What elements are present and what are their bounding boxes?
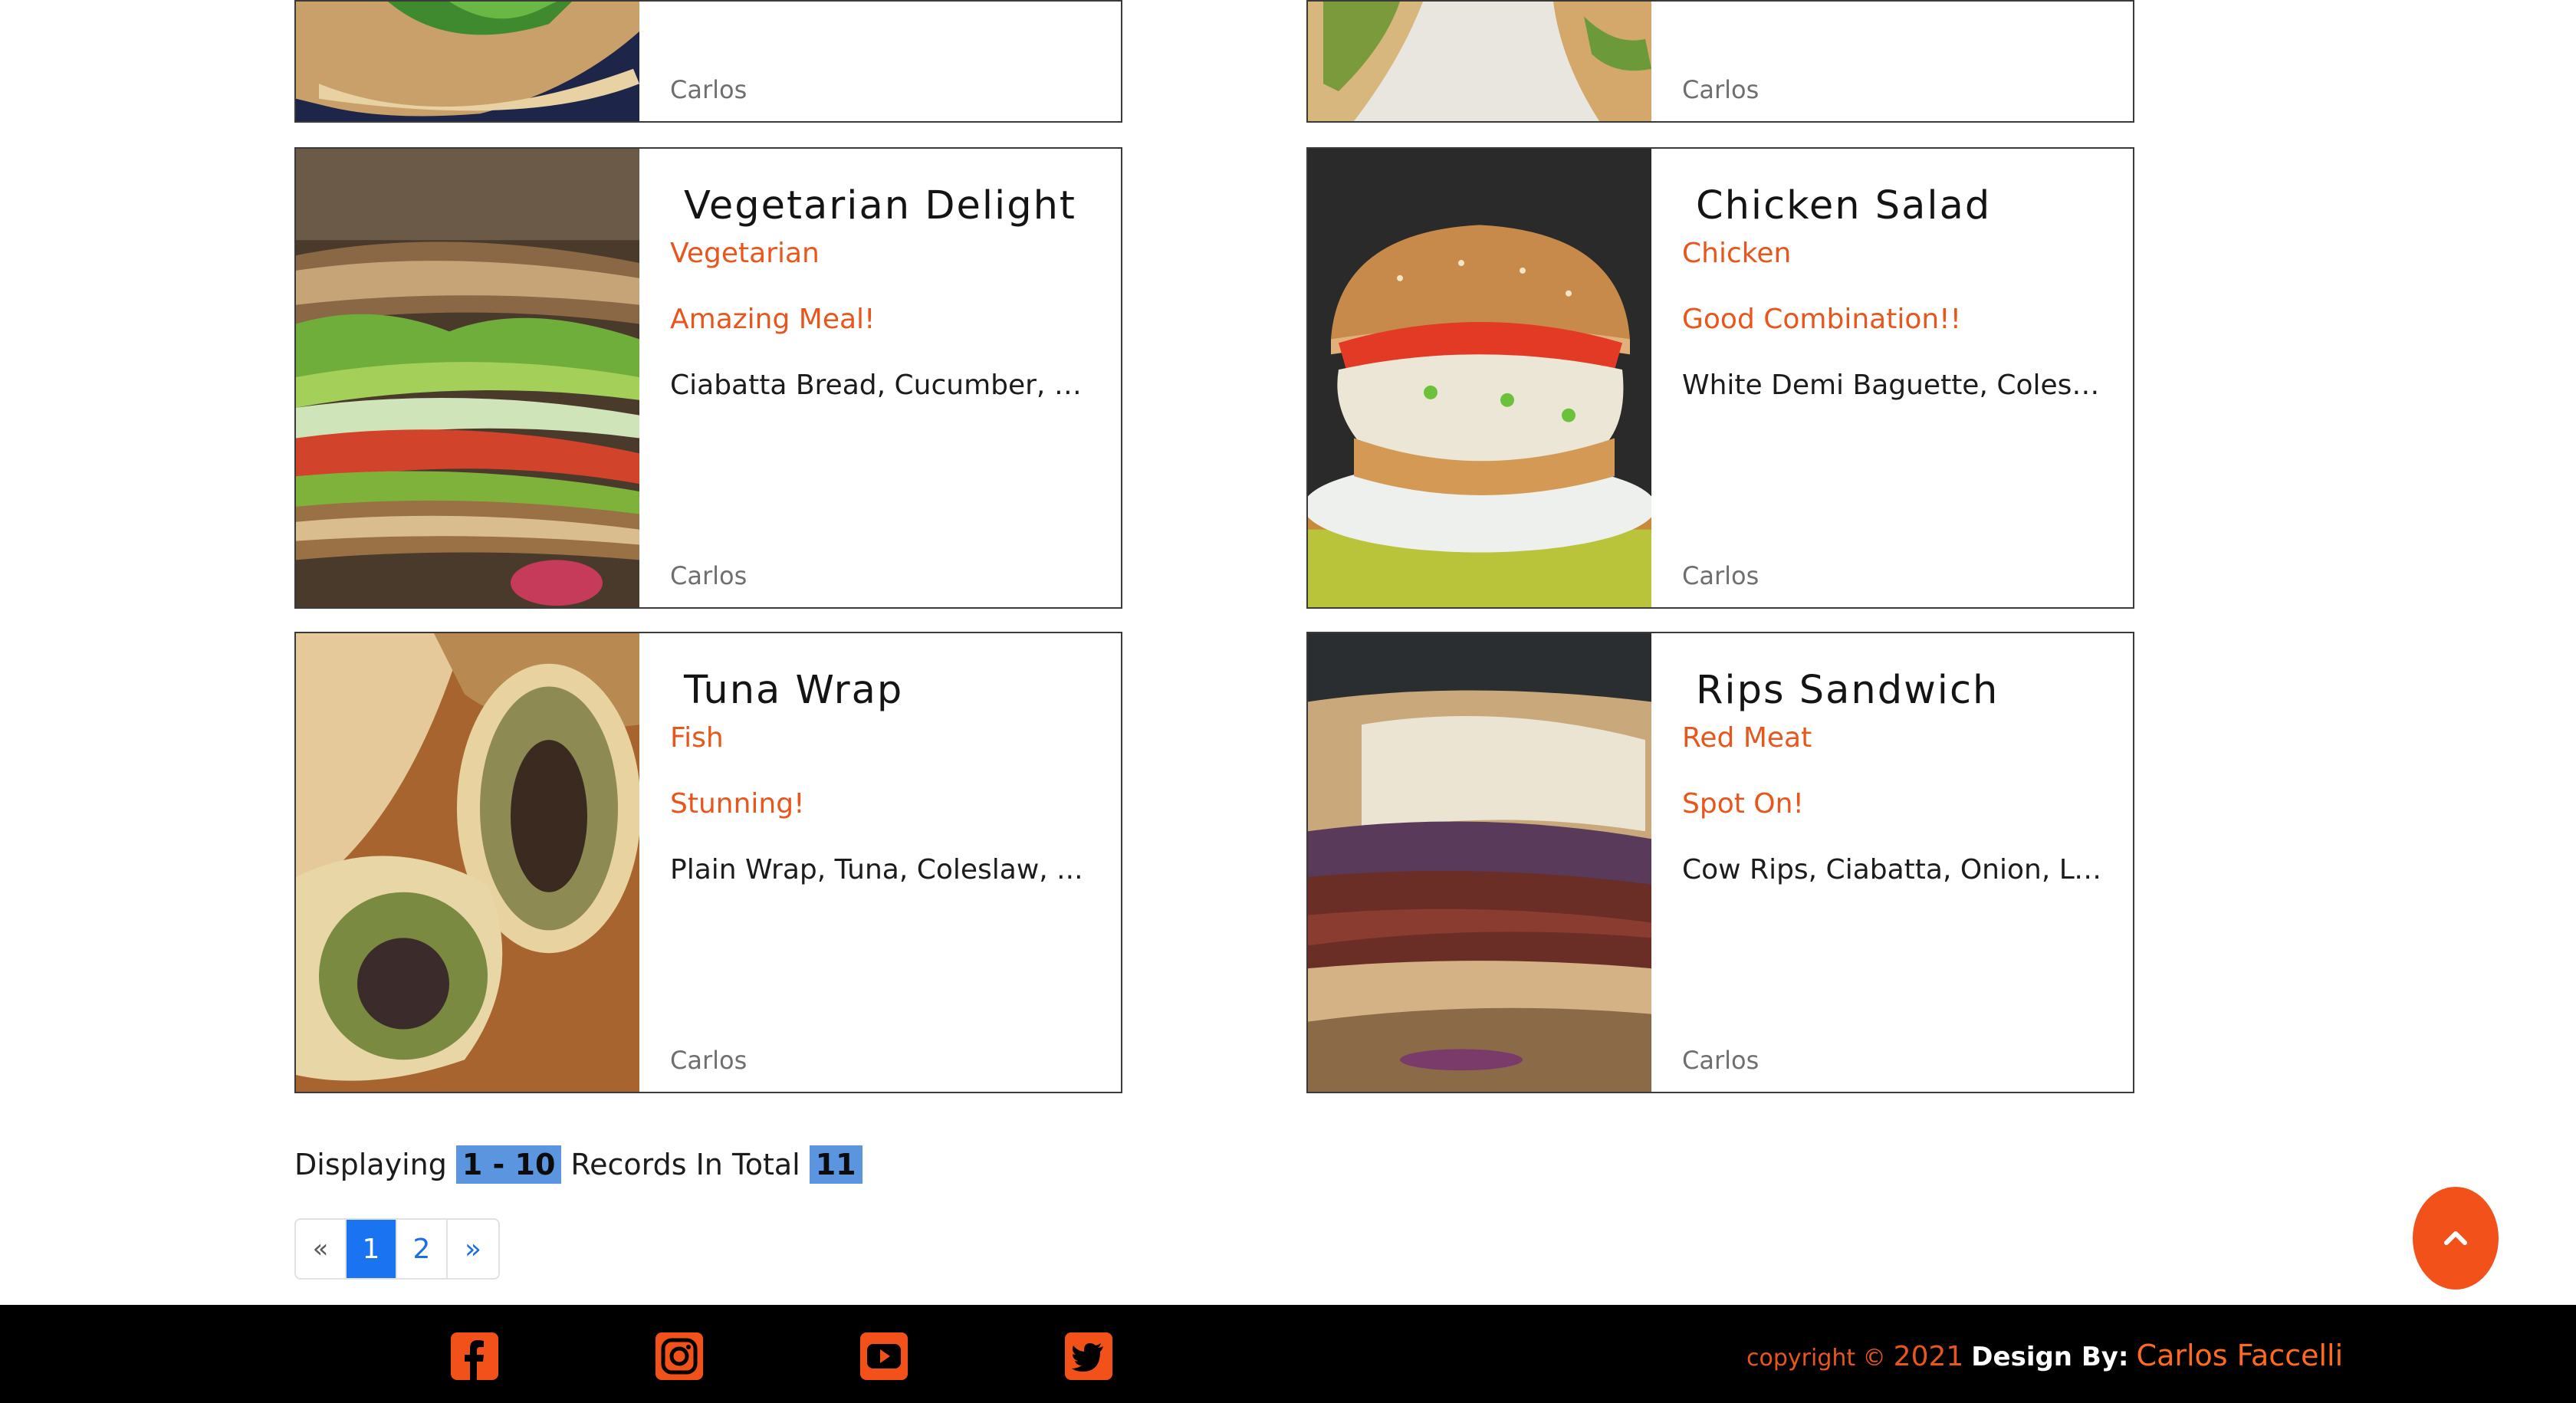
recipe-card[interactable]: Carlos xyxy=(294,0,1122,123)
recipe-image xyxy=(1308,149,1651,607)
recipe-card-body: Chicken Salad Chicken Good Combination!!… xyxy=(1651,149,2133,607)
recipe-ingredients: Cow Rips, Ciabatta, Onion, Le... xyxy=(1682,854,2102,886)
recipe-author: Carlos xyxy=(1682,1046,1760,1075)
recipe-image xyxy=(296,633,639,1092)
records-range: 1 - 10 xyxy=(455,1145,562,1184)
recipe-category: Fish xyxy=(670,722,724,754)
recipe-card-body: Rips Sandwich Red Meat Spot On! Cow Rips… xyxy=(1651,633,2133,1092)
pagination-page-1[interactable]: 1 xyxy=(347,1220,397,1278)
pagination-prev[interactable]: « xyxy=(296,1220,347,1278)
footer: copyright © 2021 Design By: Carlos Facce… xyxy=(0,1305,2576,1403)
recipe-title[interactable]: Rips Sandwich xyxy=(1682,662,2102,719)
recipe-tagline: Spot On! xyxy=(1682,788,1804,820)
records-middle: Records In Total xyxy=(570,1148,800,1181)
youtube-icon[interactable] xyxy=(860,1332,908,1380)
copyright-year: 2021 xyxy=(1893,1341,1964,1372)
copyright: copyright © 2021 Design By: Carlos Facce… xyxy=(1746,1339,2343,1372)
recipe-author: Carlos xyxy=(1682,561,1760,590)
recipe-category: Chicken xyxy=(1682,238,1792,269)
recipe-card-body: Tuna Wrap Fish Stunning! Plain Wrap, Tun… xyxy=(639,633,1121,1092)
recipe-author: Carlos xyxy=(670,75,748,104)
back-to-top-button[interactable] xyxy=(2413,1187,2499,1290)
recipe-image xyxy=(1308,633,1651,1092)
recipe-tagline: Amazing Meal! xyxy=(670,304,876,335)
recipe-ingredients: White Demi Baguette, Colesl... xyxy=(1682,370,2102,401)
design-by-label: Design By: xyxy=(1971,1342,2129,1372)
recipe-tagline: Stunning! xyxy=(670,788,805,820)
recipe-title[interactable]: Tuna Wrap xyxy=(670,662,1090,719)
recipe-ingredients: Plain Wrap, Tuna, Coleslaw, ... xyxy=(670,854,1083,886)
records-total: 11 xyxy=(809,1145,863,1184)
recipe-card[interactable]: Rips Sandwich Red Meat Spot On! Cow Rips… xyxy=(1306,632,2134,1093)
recipe-card-body: Carlos xyxy=(639,2,1121,121)
recipe-title[interactable]: Chicken Salad xyxy=(1682,178,2102,235)
copyright-label: copyright © xyxy=(1746,1345,1886,1372)
records-summary: Displaying 1 - 10 Records In Total 11 xyxy=(294,1145,863,1184)
chevron-up-icon xyxy=(2444,1231,2467,1245)
recipe-card-body: Vegetarian Delight Vegetarian Amazing Me… xyxy=(639,149,1121,607)
designer-name[interactable]: Carlos Faccelli xyxy=(2137,1339,2344,1372)
recipe-author: Carlos xyxy=(670,1046,748,1075)
recipe-tagline: Good Combination!! xyxy=(1682,304,1962,335)
recipe-category: Red Meat xyxy=(1682,722,1812,754)
recipe-author: Carlos xyxy=(670,561,748,590)
recipe-card[interactable]: Vegetarian Delight Vegetarian Amazing Me… xyxy=(294,147,1122,609)
instagram-icon[interactable] xyxy=(656,1332,703,1380)
recipe-image xyxy=(1308,2,1651,121)
twitter-icon[interactable] xyxy=(1065,1332,1112,1380)
facebook-icon[interactable] xyxy=(451,1332,498,1380)
recipe-image xyxy=(296,149,639,607)
recipe-ingredients: Ciabatta Bread, Cucumber, T... xyxy=(670,370,1090,401)
recipe-card-body: Carlos xyxy=(1651,2,2133,121)
recipe-title[interactable]: Vegetarian Delight xyxy=(670,178,1090,235)
recipe-category: Vegetarian xyxy=(670,238,820,269)
recipe-card[interactable]: Tuna Wrap Fish Stunning! Plain Wrap, Tun… xyxy=(294,632,1122,1093)
records-prefix: Displaying xyxy=(294,1148,447,1181)
pagination-next[interactable]: » xyxy=(448,1220,498,1278)
pagination: « 1 2 » xyxy=(294,1218,500,1280)
recipe-card[interactable]: Chicken Salad Chicken Good Combination!!… xyxy=(1306,147,2134,609)
recipe-author: Carlos xyxy=(1682,75,1760,104)
pagination-page-2[interactable]: 2 xyxy=(397,1220,448,1278)
recipe-image xyxy=(296,2,639,121)
recipe-card[interactable]: Carlos xyxy=(1306,0,2134,123)
